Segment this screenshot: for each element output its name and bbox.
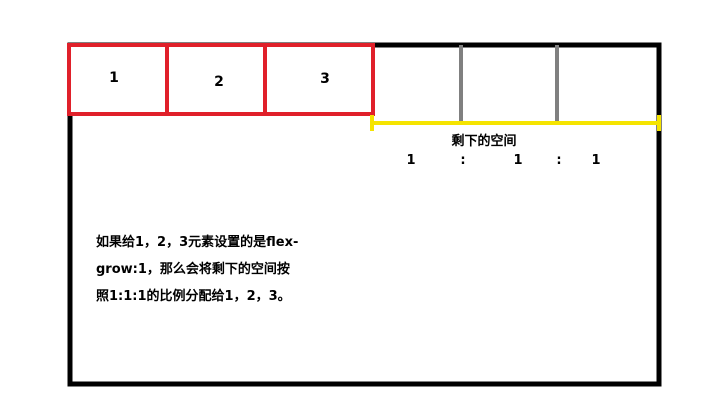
flex-item-1-label: 1 [109, 70, 119, 86]
flex-item-3-box [263, 43, 375, 116]
ratio-value-1: 1 [406, 153, 415, 168]
flex-item-2-label: 2 [214, 74, 224, 90]
remaining-space-label: 剩下的空间 [451, 133, 516, 149]
flex-grow-diagram: 1 2 3 剩下的空间 1 : 1 : 1 [67, 42, 662, 387]
ratio-value-3: 1 [591, 153, 600, 168]
flex-item-3-label: 3 [320, 71, 330, 87]
explanation-note: 如果给1，2，3元素设置的是flex- grow:1，那么会将剩下的空间按 照1… [96, 235, 299, 304]
ratio-separator-1: : [460, 153, 465, 168]
ratio-value-2: 1 [513, 153, 522, 168]
ratio-separator-2: : [556, 153, 561, 168]
